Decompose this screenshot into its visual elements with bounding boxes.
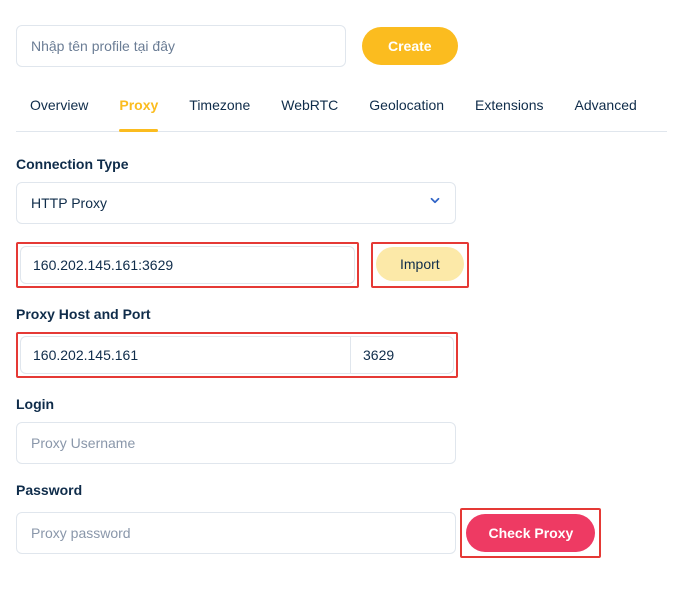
tab-proxy[interactable]: Proxy — [119, 97, 158, 123]
host-port-label: Proxy Host and Port — [16, 306, 667, 322]
tab-webrtc[interactable]: WebRTC — [281, 97, 338, 123]
proxy-host-input[interactable] — [20, 336, 350, 374]
tab-geolocation[interactable]: Geolocation — [369, 97, 444, 123]
proxy-string-highlight — [16, 242, 359, 288]
proxy-settings-panel: Create Overview Proxy Timezone WebRTC Ge… — [0, 0, 683, 572]
host-port-highlight — [16, 332, 458, 378]
proxy-port-input[interactable] — [350, 336, 454, 374]
tabs-bar: Overview Proxy Timezone WebRTC Geolocati… — [16, 97, 667, 132]
tab-advanced[interactable]: Advanced — [575, 97, 637, 123]
check-proxy-button[interactable]: Check Proxy — [466, 514, 595, 552]
login-label: Login — [16, 396, 667, 412]
import-button-highlight: Import — [371, 242, 469, 288]
proxy-username-input[interactable] — [16, 422, 456, 464]
password-label: Password — [16, 482, 667, 498]
check-proxy-highlight: Check Proxy — [460, 508, 601, 558]
connection-type-label: Connection Type — [16, 156, 667, 172]
connection-type-select[interactable]: HTTP Proxy — [16, 182, 456, 224]
proxy-password-input[interactable] — [16, 512, 456, 554]
top-row: Create — [16, 25, 667, 67]
tab-timezone[interactable]: Timezone — [189, 97, 250, 123]
proxy-import-row: Import — [16, 242, 667, 288]
import-button[interactable]: Import — [376, 247, 464, 281]
tab-extensions[interactable]: Extensions — [475, 97, 543, 123]
proxy-string-input[interactable] — [20, 246, 355, 284]
tab-overview[interactable]: Overview — [30, 97, 88, 123]
connection-type-value: HTTP Proxy — [16, 182, 456, 224]
create-button[interactable]: Create — [362, 27, 458, 65]
profile-name-input[interactable] — [16, 25, 346, 67]
